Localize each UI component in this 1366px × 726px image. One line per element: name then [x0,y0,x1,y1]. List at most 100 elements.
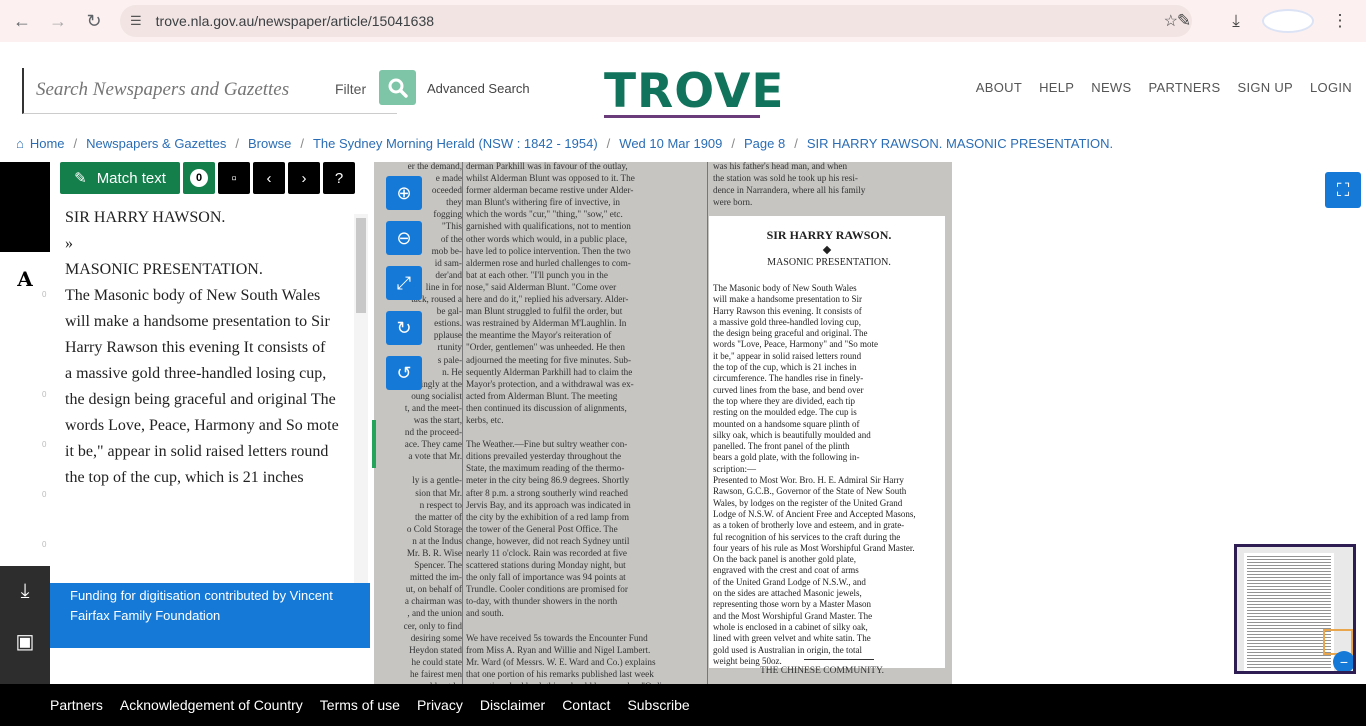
url-text[interactable]: trove.nla.gov.au/newspaper/article/15041… [156,13,434,29]
funding-banner[interactable]: Funding for digitisation contributed by … [50,583,370,648]
footer-disclaimer[interactable]: Disclaimer [480,697,545,713]
back-icon[interactable]: ← [4,3,40,39]
footer-privacy[interactable]: Privacy [417,697,463,713]
newspaper-line: er the demand, [407,162,462,171]
ocr-line: SIR HARRY HAWSON. [65,210,226,226]
comment-count: 0 [42,490,47,499]
profile-avatar[interactable] [1262,9,1314,33]
article-subtitle: MASONIC PRESENTATION. [767,257,891,268]
breadcrumb-separator: / [606,135,611,151]
column-middle: derman Parkhill was in favour of the out… [466,162,706,684]
newspaper-line: after 8 p.m. a strong southerly wind rea… [466,487,629,498]
bookmark-icon[interactable]: ▮ [0,302,50,352]
newspaper-line: the station was sold he took up his resi… [713,173,858,184]
newspaper-line: Jervis Bay, and its approach was indicat… [466,499,631,510]
corrections-badge: 0 [183,162,215,194]
newspaper-line: resting on the moulded edge. The cup is [713,407,857,418]
top-nav: ABOUT HELP NEWS PARTNERS SIGN UP LOGIN [976,80,1352,95]
breadcrumb-home[interactable]: Home [30,136,65,151]
breadcrumb-newspapers[interactable]: Newspapers & Gazettes [86,136,226,151]
newspaper-line: was his father's head man, and when [713,162,848,171]
newspaper-line: other words which would, in a public pla… [466,233,627,244]
breadcrumb-date[interactable]: Wed 10 Mar 1909 [619,136,722,151]
newspaper-line: desiring some [410,632,462,643]
newspaper-line: adjourned the meeting for five minutes. … [466,354,632,365]
ocr-text-panel[interactable]: SIR HARRY HAWSON. » MASONIC PRESENTATION… [50,210,370,583]
document-icon[interactable]: ▫ [218,162,250,194]
scrollbar-thumb[interactable] [356,218,366,313]
breadcrumb-page[interactable]: Page 8 [744,136,785,151]
article-end-rule [804,659,874,660]
breadcrumb-article[interactable]: SIR HARRY RAWSON. MASONIC PRESENTATION. [807,136,1113,151]
filter-button[interactable]: Filter [335,81,366,97]
newspaper-line: On the back panel is another gold plate, [713,554,856,565]
help-icon[interactable]: ? [323,162,355,194]
footer-terms[interactable]: Terms of use [320,697,400,713]
home-icon[interactable]: ⌂ [16,136,24,151]
newspaper-line: Mr. B. R. Wise [406,548,462,558]
match-text-button[interactable]: ✎ Match text [60,162,180,194]
nav-partners[interactable]: PARTNERS [1148,80,1220,95]
breadcrumb-title[interactable]: The Sydney Morning Herald (NSW : 1842 - … [313,136,598,151]
ocr-line: the top of the cup, which is 21 inches [65,469,304,486]
tag-count: 0 [42,390,47,399]
column-rule [707,162,708,684]
footer-contact[interactable]: Contact [562,697,610,713]
extensions-icon[interactable]: ✎ [1158,11,1210,31]
minimap-collapse-icon[interactable]: − [1333,651,1353,671]
newspaper-line: former alderman became restive under Ald… [466,185,634,196]
newspaper-line: that one portion of his remarks publishe… [466,668,654,679]
page-minimap[interactable]: − [1234,544,1356,674]
newspaper-line: the top of the cup, which is 21 inches i… [713,362,857,373]
fit-icon[interactable]: ⤢ [386,266,422,300]
search-button[interactable] [379,70,416,105]
search-input[interactable] [24,68,324,112]
zoom-in-icon[interactable]: ⊕ [386,176,422,210]
pencil-icon: ✎ [74,170,87,187]
newspaper-line: Harry Rawson this evening. It consists o… [713,305,862,316]
newspaper-line: have led to police intervention. Then th… [466,245,631,256]
reload-icon[interactable]: ↻ [76,3,112,39]
advanced-search-link[interactable]: Advanced Search [427,81,530,96]
zoom-out-icon[interactable]: ⊖ [386,221,422,255]
newspaper-line: dence in Narrandera, where all his famil… [713,185,866,196]
newspaper-line: garnished with qualifications, not to me… [466,221,631,232]
rotate-right-icon[interactable]: ↻ [386,311,422,345]
footer-subscribe[interactable]: Subscribe [627,697,689,713]
site-info-icon[interactable]: ☰ [130,13,142,29]
previous-icon[interactable]: ‹ [253,162,285,194]
address-bar[interactable]: ☰ trove.nla.gov.au/newspaper/article/150… [120,5,1192,37]
newspaper-line: Spencer. The [414,560,462,571]
download-icon[interactable]: ⤓ [0,566,50,616]
next-icon[interactable]: › [288,162,320,194]
trove-logo[interactable]: TROVE [604,64,783,120]
nav-about[interactable]: ABOUT [976,80,1022,95]
newspaper-line: nd the proceed- [404,427,462,438]
newspaper-line: Lodge of N.S.W. of Ancient Free and Acce… [713,508,916,519]
fullscreen-icon[interactable]: ⛶ [1325,172,1361,208]
newspaper-line: man Blunt struggled to fulfil the order,… [466,306,623,317]
nav-help[interactable]: HELP [1039,80,1074,95]
nav-news[interactable]: NEWS [1091,80,1131,95]
menu-icon[interactable]: ⋮ [1314,11,1366,31]
newspaper-line: scription:— [713,463,756,474]
forward-icon[interactable]: → [40,3,76,39]
newspaper-line: the design being graceful and original. … [713,328,868,339]
nav-sign-up[interactable]: SIGN UP [1237,80,1293,95]
cart-icon[interactable]: ▣ [0,616,50,666]
newspaper-line: four years of his rule as Most Worshipfu… [713,542,915,553]
newspaper-line: The Masonic body of New South Wales [713,283,857,293]
newspaper-line: whole is enclosed in a cabinet of silky … [713,621,868,632]
footer-partners[interactable]: Partners [50,697,103,713]
nav-login[interactable]: LOGIN [1310,80,1352,95]
newspaper-line: ditions prevailed yesterday throughout t… [466,451,622,462]
footer-acknowledgement[interactable]: Acknowledgement of Country [120,697,303,713]
newspaper-line: the meantime the Mayor's reiteration of [466,330,612,341]
download-icon[interactable]: ⤓ [1210,11,1262,31]
newspaper-line: he could state [411,656,462,667]
rotate-left-icon[interactable]: ↺ [386,356,422,390]
breadcrumb-browse[interactable]: Browse [248,136,291,151]
site-footer: Partners Acknowledgement of Country Term… [0,684,1366,726]
text-scrollbar[interactable] [354,214,368,584]
newspaper-viewer[interactable]: er the demand, e made oceeded they fogging "T… [374,162,952,684]
